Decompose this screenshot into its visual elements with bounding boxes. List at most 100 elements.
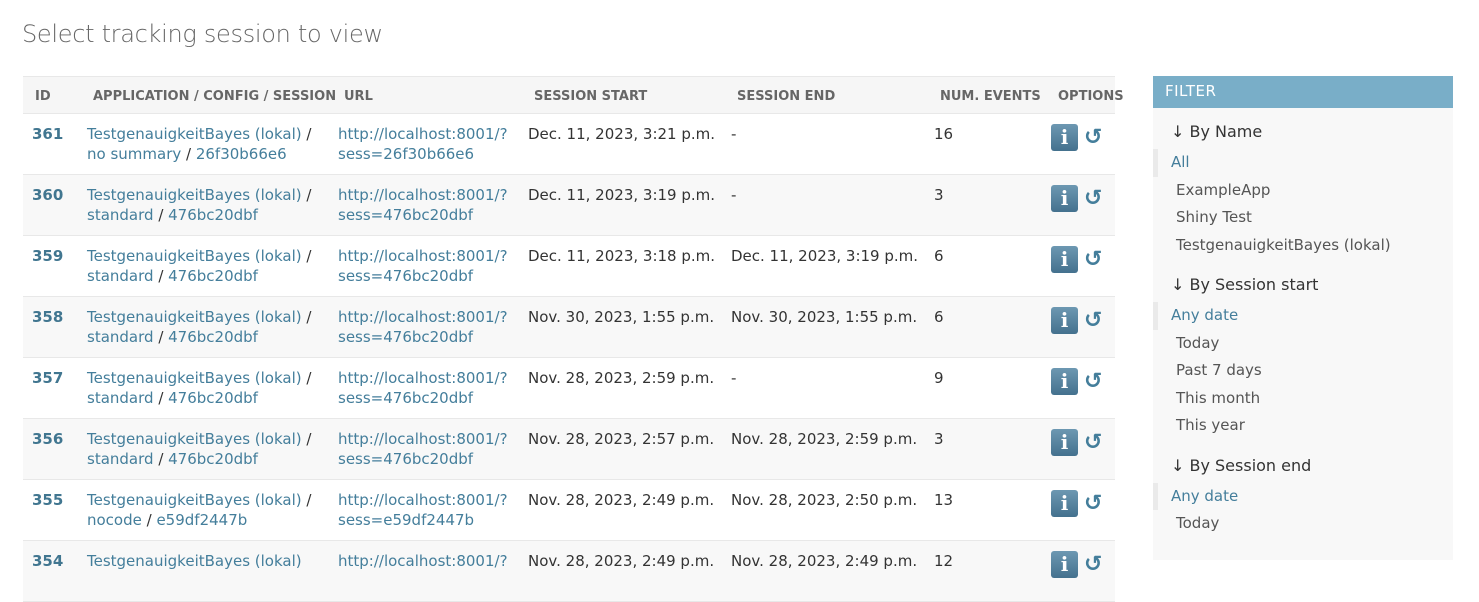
- application-link[interactable]: TestgenauigkeitBayes (lokal): [87, 186, 302, 204]
- application-link[interactable]: TestgenauigkeitBayes (lokal): [87, 491, 302, 509]
- application-link[interactable]: TestgenauigkeitBayes (lokal): [87, 125, 302, 143]
- application-link[interactable]: TestgenauigkeitBayes (lokal): [87, 552, 302, 570]
- session-id-link[interactable]: 354: [32, 552, 63, 570]
- session-id-link[interactable]: 360: [32, 186, 63, 204]
- num-events: 3: [934, 430, 944, 448]
- column-header-session-end[interactable]: SESSION END: [725, 76, 928, 114]
- filter-option[interactable]: This year: [1153, 412, 1453, 440]
- session-link[interactable]: 476bc20dbf: [168, 389, 258, 407]
- table-row: 361 TestgenauigkeitBayes (lokal) / no su…: [23, 113, 1115, 175]
- info-icon[interactable]: i: [1051, 551, 1078, 578]
- config-link[interactable]: standard: [87, 267, 154, 285]
- session-start: Dec. 11, 2023, 3:18 p.m.: [528, 247, 716, 265]
- session-id-link[interactable]: 361: [32, 125, 63, 143]
- filter-option[interactable]: Any date: [1153, 482, 1453, 510]
- application-link[interactable]: TestgenauigkeitBayes (lokal): [87, 430, 302, 448]
- filter-option[interactable]: Past 7 days: [1153, 357, 1453, 385]
- application-config-session: TestgenauigkeitBayes (lokal) / no summar…: [87, 125, 312, 163]
- column-header-url[interactable]: URL: [332, 76, 522, 114]
- results-table-container: ID APPLICATION / CONFIG / SESSION URL SE…: [23, 76, 1124, 602]
- session-start: Nov. 28, 2023, 2:59 p.m.: [528, 369, 715, 387]
- num-events: 13: [934, 491, 954, 509]
- replay-icon[interactable]: ↺: [1084, 431, 1102, 454]
- session-url-link[interactable]: http://localhost:8001/?: [338, 552, 508, 570]
- column-header-application[interactable]: APPLICATION / CONFIG / SESSION: [81, 76, 336, 114]
- application-config-session: TestgenauigkeitBayes (lokal) / standard …: [87, 369, 312, 407]
- filter-option[interactable]: All: [1153, 149, 1453, 177]
- info-icon[interactable]: i: [1051, 368, 1078, 395]
- replay-icon[interactable]: ↺: [1084, 187, 1102, 210]
- application-config-session: TestgenauigkeitBayes (lokal) / nocode / …: [87, 491, 312, 529]
- session-link[interactable]: 476bc20dbf: [168, 206, 258, 224]
- replay-icon[interactable]: ↺: [1084, 492, 1102, 515]
- session-start: Dec. 11, 2023, 3:19 p.m.: [528, 186, 716, 204]
- application-link[interactable]: TestgenauigkeitBayes (lokal): [87, 308, 302, 326]
- session-link[interactable]: 26f30b66e6: [196, 145, 287, 163]
- filter-options: All ExampleApp Shiny Test TestgenauigkeitBa…: [1153, 149, 1453, 259]
- session-link[interactable]: 476bc20dbf: [168, 328, 258, 346]
- application-link[interactable]: TestgenauigkeitBayes (lokal): [87, 247, 302, 265]
- filter-group-title[interactable]: ↓ By Name: [1153, 122, 1453, 141]
- num-events: 6: [934, 247, 944, 265]
- info-icon[interactable]: i: [1051, 307, 1078, 334]
- sessions-table: ID APPLICATION / CONFIG / SESSION URL SE…: [23, 76, 1124, 602]
- session-id-link[interactable]: 357: [32, 369, 63, 387]
- table-row: 356 TestgenauigkeitBayes (lokal) / stand…: [23, 418, 1115, 480]
- config-link[interactable]: no summary: [87, 145, 181, 163]
- filter-group: ↓ By Session end Any date Today: [1153, 456, 1453, 538]
- replay-icon[interactable]: ↺: [1084, 309, 1102, 332]
- info-icon[interactable]: i: [1051, 429, 1078, 456]
- session-id-link[interactable]: 356: [32, 430, 63, 448]
- session-id-link[interactable]: 355: [32, 491, 63, 509]
- config-link[interactable]: nocode: [87, 511, 142, 529]
- session-link[interactable]: e59df2447b: [156, 511, 247, 529]
- session-id-link[interactable]: 358: [32, 308, 63, 326]
- replay-icon[interactable]: ↺: [1084, 553, 1102, 576]
- replay-icon[interactable]: ↺: [1084, 248, 1102, 271]
- session-end: Nov. 28, 2023, 2:59 p.m.: [731, 430, 918, 448]
- config-link[interactable]: standard: [87, 450, 154, 468]
- column-header-session-start[interactable]: SESSION START: [522, 76, 725, 114]
- config-link[interactable]: standard: [87, 389, 154, 407]
- filter-option[interactable]: Today: [1153, 330, 1453, 358]
- filter-option[interactable]: Today: [1153, 510, 1453, 538]
- info-icon[interactable]: i: [1051, 185, 1078, 212]
- info-icon[interactable]: i: [1051, 124, 1078, 151]
- filter-option[interactable]: Any date: [1153, 302, 1453, 330]
- filter-group-title[interactable]: ↓ By Session start: [1153, 275, 1453, 294]
- config-link[interactable]: standard: [87, 206, 154, 224]
- application-link[interactable]: TestgenauigkeitBayes (lokal): [87, 369, 302, 387]
- application-config-session: TestgenauigkeitBayes (lokal) / standard …: [87, 247, 312, 285]
- replay-icon[interactable]: ↺: [1084, 126, 1102, 149]
- info-icon[interactable]: i: [1051, 246, 1078, 273]
- filter-option[interactable]: TestgenauigkeitBayes (lokal): [1153, 232, 1453, 260]
- session-url-link[interactable]: http://localhost:8001/? sess=476bc20dbf: [338, 186, 508, 224]
- session-url-link[interactable]: http://localhost:8001/? sess=476bc20dbf: [338, 308, 508, 346]
- session-end: Nov. 28, 2023, 2:50 p.m.: [731, 491, 918, 509]
- page-title: Select tracking session to view: [22, 20, 383, 48]
- application-config-session: TestgenauigkeitBayes (lokal): [81, 551, 332, 571]
- session-id-link[interactable]: 359: [32, 247, 63, 265]
- filter-option[interactable]: Shiny Test: [1153, 204, 1453, 232]
- filter-group: ↓ By Name All ExampleApp Shiny Test Testgen…: [1153, 122, 1453, 259]
- session-url-link[interactable]: http://localhost:8001/? sess=e59df2447b: [338, 491, 508, 529]
- session-end: -: [731, 125, 737, 143]
- filter-group: ↓ By Session start Any date Today Past 7 d…: [1153, 275, 1453, 440]
- config-link[interactable]: standard: [87, 328, 154, 346]
- session-url-link[interactable]: http://localhost:8001/? sess=476bc20dbf: [338, 430, 508, 468]
- info-icon[interactable]: i: [1051, 490, 1078, 517]
- filter-group-title[interactable]: ↓ By Session end: [1153, 456, 1453, 475]
- session-link[interactable]: 476bc20dbf: [168, 450, 258, 468]
- filter-option[interactable]: This month: [1153, 385, 1453, 413]
- session-url-link[interactable]: http://localhost:8001/? sess=26f30b66e6: [338, 125, 508, 163]
- table-header-row: ID APPLICATION / CONFIG / SESSION URL SE…: [23, 76, 1124, 114]
- column-header-id[interactable]: ID: [23, 76, 81, 114]
- session-url-link[interactable]: http://localhost:8001/? sess=476bc20dbf: [338, 247, 508, 285]
- table-row: 354 TestgenauigkeitBayes (lokal) http://…: [23, 540, 1115, 602]
- replay-icon[interactable]: ↺: [1084, 370, 1102, 393]
- session-url-link[interactable]: http://localhost:8001/? sess=476bc20dbf: [338, 369, 508, 407]
- session-link[interactable]: 476bc20dbf: [168, 267, 258, 285]
- table-row: 357 TestgenauigkeitBayes (lokal) / stand…: [23, 357, 1115, 419]
- filter-option[interactable]: ExampleApp: [1153, 177, 1453, 205]
- column-header-num-events[interactable]: NUM. EVENTS: [928, 76, 1046, 114]
